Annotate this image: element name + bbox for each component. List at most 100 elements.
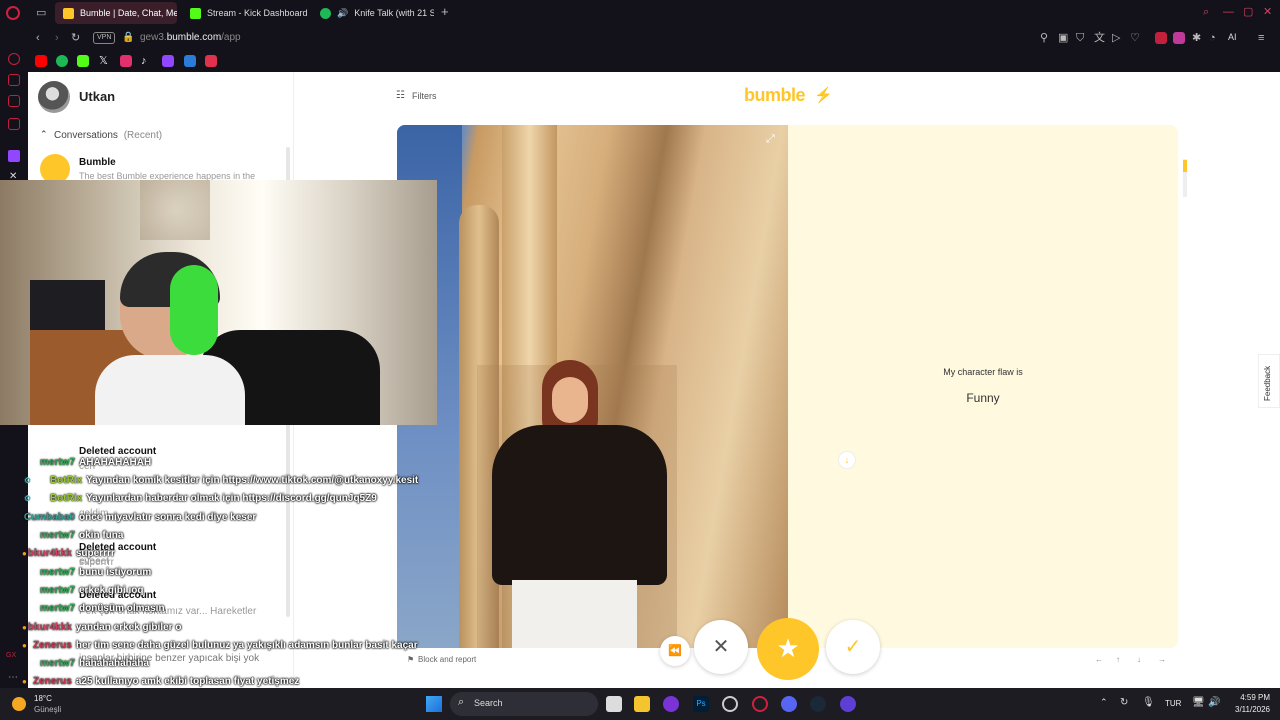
clock-time[interactable]: 4:59 PM <box>1226 693 1270 702</box>
chat-user: mertw7 <box>39 584 75 596</box>
menu-icon[interactable]: ≡ <box>1258 32 1264 44</box>
tiktok-bookmark-icon[interactable]: ♪ <box>141 55 147 67</box>
arrow-up-icon[interactable]: ↑ <box>1116 655 1120 664</box>
opera-logo-icon[interactable] <box>6 6 20 20</box>
scroll-down-icon[interactable]: ↓ <box>838 451 856 469</box>
arrow-down-icon[interactable]: ↓ <box>1137 655 1141 664</box>
collapse-chevron-icon[interactable]: ⌃ <box>40 129 48 140</box>
feedback-tab[interactable]: Feedback <box>1258 354 1280 408</box>
pass-button[interactable]: ✕ <box>694 620 748 674</box>
heart-icon[interactable]: ♡ <box>1130 32 1140 44</box>
youtube-bookmark-icon[interactable] <box>35 55 47 67</box>
chat-user: BotRix <box>49 492 83 504</box>
tab-title: Bumble | Date, Chat, Meet <box>80 8 177 18</box>
url-domain: bumble.com <box>166 32 222 43</box>
arrow-right-icon[interactable]: → <box>1158 655 1166 664</box>
minimize-icon[interactable]: — <box>1223 6 1234 18</box>
weather-desc[interactable]: Güneşli <box>34 705 61 714</box>
tab-kick[interactable]: Stream - Kick Dashboard <box>182 2 310 24</box>
avatar[interactable] <box>38 81 70 113</box>
new-tab-icon[interactable]: + <box>441 5 449 18</box>
player-icon[interactable] <box>8 95 20 107</box>
vpn-badge[interactable]: VPN <box>93 32 116 44</box>
conversations-header[interactable]: Conversations (Recent) <box>54 130 162 141</box>
windows-taskbar: 18°C Güneşli ⌕ Search Ps ⌃ ↻ 🎙 TUR 🖥 🔊 4… <box>0 688 1280 720</box>
filters-icon[interactable]: ☷ <box>396 90 405 101</box>
history-icon[interactable] <box>8 53 20 65</box>
volume-icon[interactable]: 🔊 <box>1208 697 1220 708</box>
network-icon[interactable]: 🖥 <box>1192 697 1205 708</box>
chat-line: mertw7 okin funa <box>0 527 123 543</box>
superswipe-button[interactable]: ★ <box>757 618 819 680</box>
obs-icon[interactable] <box>722 696 738 712</box>
profile-photo[interactable]: ⤢ <box>397 125 788 648</box>
workspace-icon[interactable] <box>8 118 20 130</box>
photoshop-icon[interactable]: Ps <box>693 696 709 712</box>
taskbar-search[interactable]: ⌕ Search <box>450 692 598 716</box>
aria-icon[interactable] <box>8 74 20 86</box>
app-icon[interactable] <box>840 696 856 712</box>
forward-icon[interactable]: › <box>55 32 59 44</box>
twitch-side-icon[interactable] <box>8 150 20 162</box>
outlook-bookmark-icon[interactable] <box>184 55 196 67</box>
language-indicator[interactable]: TUR <box>1165 699 1181 708</box>
clock-date[interactable]: 3/11/2026 <box>1226 705 1270 714</box>
instagram-bookmark-icon[interactable] <box>120 55 132 67</box>
discord-icon[interactable] <box>781 696 797 712</box>
arrow-left-icon[interactable]: ← <box>1095 655 1103 664</box>
opera-gx-icon[interactable] <box>752 696 768 712</box>
spotify-favicon-icon <box>320 7 331 19</box>
twitch-bookmark-icon[interactable] <box>162 55 174 67</box>
x-bookmark-icon[interactable]: 𝕏 <box>99 55 108 67</box>
close-window-icon[interactable]: ✕ <box>1263 6 1272 18</box>
ai-button[interactable]: AI <box>1228 32 1237 42</box>
white-pants <box>512 580 637 648</box>
tab-bumble[interactable]: Bumble | Date, Chat, Meet <box>55 2 177 24</box>
filters-button[interactable]: Filters <box>412 91 437 101</box>
pin-icon[interactable]: ⚲ <box>1040 32 1048 44</box>
tab-spotify[interactable]: 🔊 Knife Talk (with 21 Sav <box>312 2 434 24</box>
adblock-icon[interactable] <box>1155 32 1167 44</box>
shield-icon[interactable]: ⛉ <box>1076 32 1084 44</box>
like-button[interactable]: ✓ <box>826 620 880 674</box>
rewind-button[interactable]: ⏪ <box>660 636 690 666</box>
webcam-overlay <box>0 180 437 425</box>
weather-temp[interactable]: 18°C <box>34 694 52 703</box>
extension-icon[interactable] <box>1173 32 1185 44</box>
steam-icon[interactable] <box>810 696 826 712</box>
url-field[interactable]: gew3.bumble.com/app <box>140 32 241 43</box>
expand-icon[interactable]: ⤢ <box>766 133 775 146</box>
sun-icon[interactable] <box>12 697 26 711</box>
maximize-icon[interactable]: ▢ <box>1243 6 1253 18</box>
sync-icon[interactable]: ↻ <box>1120 697 1128 708</box>
speaker-icon[interactable]: 🔊 <box>337 8 348 19</box>
snapshot-icon[interactable]: ▣ <box>1058 32 1068 44</box>
task-view-icon[interactable] <box>606 696 622 712</box>
conversation-name: Bumble <box>79 157 116 168</box>
chat-line: ● Zenerus her tim sene daha güzel bulunuz … <box>0 637 418 653</box>
mic-icon[interactable]: 🎙 <box>1142 697 1155 708</box>
lock-icon[interactable]: 🔒 <box>122 32 134 44</box>
block-report-link[interactable]: Block and report <box>418 655 476 664</box>
puzzle-icon[interactable]: ✱ <box>1192 32 1201 44</box>
tray-chevron-icon[interactable]: ⌃ <box>1100 697 1108 708</box>
search-tabs-icon[interactable]: ⌕ <box>1203 6 1209 18</box>
tab-overview-icon[interactable]: ▭ <box>36 7 46 19</box>
play-icon[interactable]: ▷ <box>1112 32 1120 44</box>
spotify-bookmark-icon[interactable] <box>56 55 68 67</box>
flag-icon[interactable]: ⚑ <box>407 655 414 664</box>
windows-start-icon[interactable] <box>426 696 442 712</box>
chat-message: okin funa <box>79 529 124 541</box>
user-name[interactable]: Utkan <box>79 89 115 104</box>
back-icon[interactable]: ‹ <box>36 32 40 44</box>
profile-icon[interactable]: ◔ <box>1209 32 1216 44</box>
flaw-value: Funny <box>966 391 1000 405</box>
reload-icon[interactable]: ↻ <box>71 32 80 44</box>
address-bar: ‹ › ↻ VPN 🔒 gew3.bumble.com/app ⚲ ▣ ⛉ 文 … <box>0 26 1280 50</box>
translate-icon[interactable]: 文 <box>1094 32 1105 44</box>
bookmark-icon[interactable] <box>205 55 217 67</box>
kick-bookmark-icon[interactable] <box>77 55 89 67</box>
card-scroll-thumb[interactable] <box>1183 160 1187 172</box>
file-explorer-icon[interactable] <box>634 696 650 712</box>
app-icon[interactable] <box>663 696 679 712</box>
